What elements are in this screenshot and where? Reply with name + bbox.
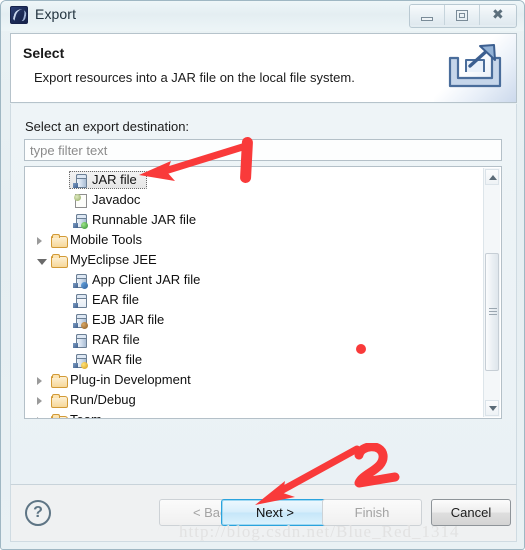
- scroll-down-icon: [489, 406, 497, 411]
- tree-item[interactable]: Run/Debug: [25, 391, 483, 411]
- tree-item-label: Team: [70, 412, 102, 418]
- tree-item[interactable]: Runnable JAR file: [25, 211, 483, 231]
- scroll-up-button[interactable]: [485, 169, 499, 185]
- tree-item-label: App Client JAR file: [92, 272, 201, 287]
- tree-item[interactable]: EAR file: [25, 291, 483, 311]
- page-title: Select: [23, 45, 65, 61]
- tree-item-label: Runnable JAR file: [92, 212, 197, 227]
- tree-item-label: RAR file: [92, 332, 140, 347]
- rar-file-icon: [73, 333, 87, 348]
- chevron-right-icon[interactable]: [37, 397, 42, 405]
- scrollbar-grip-icon: [489, 308, 497, 315]
- tree-item-label: Run/Debug: [70, 392, 136, 407]
- header-banner: [434, 34, 516, 102]
- tree-item-container: JAR file Javadoc Runnable JAR file Mobile T…: [25, 171, 483, 418]
- myeclipse-icon: [10, 6, 28, 24]
- folder-icon: [51, 234, 68, 248]
- annotation-dot: [356, 344, 366, 354]
- tree-item-label: MyEclipse JEE: [70, 252, 157, 267]
- tree-vertical-scrollbar[interactable]: [483, 168, 500, 417]
- tree-item-label: EJB JAR file: [92, 312, 165, 327]
- tree-item[interactable]: Plug-in Development: [25, 371, 483, 391]
- wizard-header: Select Export resources into a JAR file …: [10, 33, 517, 103]
- tree-item[interactable]: JAR file: [25, 171, 483, 191]
- jar-file-icon: [73, 173, 87, 188]
- tree-item[interactable]: Javadoc: [25, 191, 483, 211]
- filter-placeholder: type filter text: [30, 143, 108, 158]
- chevron-right-icon[interactable]: [37, 417, 42, 418]
- war-file-icon: [73, 353, 88, 369]
- tree-item-label: Javadoc: [92, 192, 141, 207]
- maximize-button[interactable]: [445, 5, 480, 25]
- folder-icon: [51, 374, 68, 388]
- minimize-icon: [421, 17, 433, 21]
- chevron-right-icon[interactable]: [37, 237, 42, 245]
- page-description: Export resources into a JAR file on the …: [34, 70, 355, 85]
- tree-item[interactable]: Team: [25, 411, 483, 418]
- window-controls: ✖: [409, 4, 517, 28]
- tree-item[interactable]: MyEclipse JEE: [25, 251, 483, 271]
- maximize-icon: [456, 10, 468, 21]
- scrollbar-thumb[interactable]: [485, 253, 499, 371]
- export-destination-tree[interactable]: JAR file Javadoc Runnable JAR file Mobile T…: [24, 166, 502, 419]
- scroll-up-icon: [489, 175, 497, 180]
- minimize-button[interactable]: [410, 5, 445, 25]
- tree-item-label: EAR file: [92, 292, 139, 307]
- folder-icon: [51, 254, 68, 268]
- help-icon[interactable]: ?: [25, 500, 51, 526]
- tree-item[interactable]: App Client JAR file: [25, 271, 483, 291]
- tree-item[interactable]: Mobile Tools: [25, 231, 483, 251]
- tree-item-label: WAR file: [92, 352, 143, 367]
- chevron-down-icon[interactable]: [37, 259, 47, 265]
- folder-icon: [51, 414, 68, 418]
- export-arrow-icon: [448, 44, 502, 88]
- close-button[interactable]: ✖: [480, 5, 516, 25]
- chevron-right-icon[interactable]: [37, 377, 42, 385]
- title-bar: Export ✖: [1, 1, 524, 31]
- tree-item-label: Plug-in Development: [70, 372, 191, 387]
- filter-input[interactable]: type filter text: [24, 139, 502, 161]
- tree-item-label: JAR file: [92, 172, 137, 187]
- folder-icon: [51, 394, 68, 408]
- export-dialog-window: Export ✖ Select Export resources into a …: [0, 0, 525, 550]
- scroll-down-button[interactable]: [485, 400, 499, 416]
- ear-file-icon: [73, 293, 87, 308]
- app-client-jar-icon: [73, 273, 88, 289]
- close-icon: ✖: [492, 7, 504, 23]
- ejb-jar-icon: [73, 313, 88, 329]
- tree-item[interactable]: WAR file: [25, 351, 483, 371]
- javadoc-icon: [73, 193, 87, 208]
- destination-label: Select an export destination:: [25, 119, 190, 134]
- runnable-jar-icon: [73, 213, 88, 229]
- window-title: Export: [35, 6, 77, 22]
- tree-item-label: Mobile Tools: [70, 232, 143, 247]
- watermark-text: http://blog.csdn.net/Blue_Red_1314: [179, 522, 460, 541]
- tree-item[interactable]: RAR file: [25, 331, 483, 351]
- tree-item[interactable]: EJB JAR file: [25, 311, 483, 331]
